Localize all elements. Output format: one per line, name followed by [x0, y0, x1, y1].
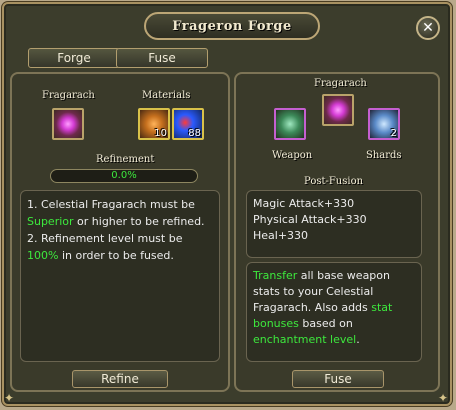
fuse-fragarach-label: Fragarach	[314, 78, 367, 89]
desc-part-f: .	[356, 333, 360, 346]
info-line-2-b: 100%	[27, 249, 59, 262]
desc-transfer: Transfer	[253, 269, 298, 282]
material-qty-1: 10	[154, 128, 167, 139]
close-button[interactable]: ✕	[416, 16, 440, 40]
tab-fuse[interactable]: Fuse	[116, 48, 208, 68]
refinement-percent: 0.0%	[111, 170, 137, 181]
fuse-button-label: Fuse	[324, 372, 352, 386]
refinement-progress-bar: 0.0%	[50, 169, 198, 183]
info-line-1-a: 1. Celestial Fragarach must be	[27, 198, 195, 211]
fuse-panel: Fragarach 2 Weapon Shards Post-Fusion Ma…	[234, 72, 440, 392]
forge-window: Frageron Forge ✕ Forge Fuse Fragarach Ma…	[2, 2, 452, 406]
fuse-description-box: Transfer all base weapon stats to your C…	[246, 262, 422, 362]
shards-qty: 2	[390, 128, 397, 139]
info-line-2-a: 2. Refinement level must be	[27, 232, 183, 245]
forge-panel: Fragarach Materials 10 88 Refinement 1. …	[10, 72, 230, 392]
stat-line: Heal+330	[253, 229, 309, 242]
material-qty-2: 88	[188, 128, 201, 139]
materials-label: Materials	[142, 90, 191, 101]
stat-line: Magic Attack+330	[253, 197, 355, 210]
tab-forge[interactable]: Forge	[28, 48, 120, 68]
tab-fuse-label: Fuse	[148, 51, 176, 65]
window-title: Frageron Forge	[172, 18, 292, 34]
shards-slot[interactable]: 2	[368, 108, 400, 140]
refine-button[interactable]: Refine	[72, 370, 168, 388]
fuse-button[interactable]: Fuse	[292, 370, 384, 388]
close-icon: ✕	[422, 20, 434, 36]
material-slot-1[interactable]: 10	[138, 108, 170, 140]
refine-button-label: Refine	[101, 372, 139, 386]
info-line-1-b: Superior	[27, 215, 74, 228]
weapon-label: Weapon	[272, 150, 313, 161]
post-fusion-stats-box: Magic Attack+330 Physical Attack+330 Hea…	[246, 190, 422, 258]
info-line-1-c: or higher to be refined.	[73, 215, 205, 228]
weapon-slot[interactable]	[274, 108, 306, 140]
info-line-2: 2. Refinement level must be 100% in orde…	[27, 230, 213, 264]
corner-ornament-icon: ✦	[4, 391, 15, 405]
stat-line: Physical Attack+330	[253, 213, 367, 226]
fragarach-label: Fragarach	[42, 90, 95, 101]
fragarach-slot[interactable]	[52, 108, 84, 140]
corner-ornament-icon: ✦	[438, 391, 449, 405]
tab-forge-label: Forge	[57, 51, 91, 65]
fuse-fragarach-slot[interactable]	[322, 94, 354, 126]
shards-label: Shards	[366, 150, 402, 161]
refine-info-box: 1. Celestial Fragarach must be Superior …	[20, 190, 220, 362]
material-slot-2[interactable]: 88	[172, 108, 204, 140]
title-bar: Frageron Forge	[144, 12, 320, 40]
info-line-2-c: in order to be fused.	[58, 249, 174, 262]
refinement-label: Refinement	[96, 154, 155, 165]
desc-part-d: based on	[298, 317, 353, 330]
desc-enchantment-level: enchantment level	[253, 333, 357, 346]
info-line-1: 1. Celestial Fragarach must be Superior …	[27, 196, 213, 230]
post-fusion-label: Post-Fusion	[304, 176, 364, 187]
